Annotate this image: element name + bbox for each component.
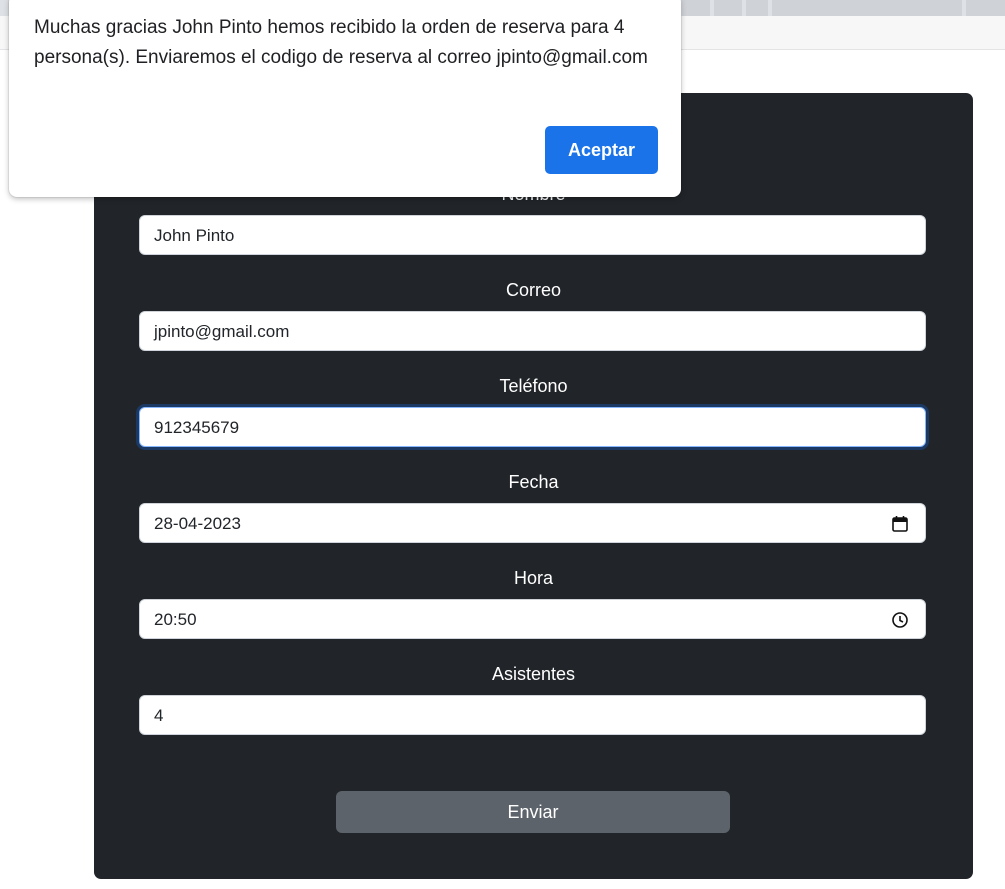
dialog-message: Muchas gracias John Pinto hemos recibido… <box>34 17 648 68</box>
tab-strip-segment <box>746 0 768 16</box>
asistentes-value: 4 <box>154 706 164 725</box>
field-label-fecha: Fecha <box>508 472 559 492</box>
nombre-input[interactable]: John Pinto <box>139 215 926 255</box>
field-label-asistentes: Asistentes <box>491 664 576 684</box>
tab-strip-segment <box>772 0 962 16</box>
tab-strip-segment <box>714 0 742 16</box>
fecha-value: 28-04-2023 <box>154 514 241 533</box>
hora-value: 20:50 <box>154 610 197 629</box>
enviar-button[interactable]: Enviar <box>336 791 730 833</box>
tab-strip-segment <box>682 0 710 16</box>
field-label-telefono: Teléfono <box>499 376 568 396</box>
correo-value: jpinto@gmail.com <box>154 322 290 341</box>
correo-input[interactable]: jpinto@gmail.com <box>139 311 926 351</box>
hora-input[interactable]: 20:50 <box>139 599 926 639</box>
clock-icon[interactable] <box>891 611 909 629</box>
field-label-hora: Hora <box>513 568 553 588</box>
calendar-icon[interactable] <box>891 515 909 533</box>
telefono-input[interactable]: 912345679 <box>139 407 926 447</box>
reservation-form: Nombre John Pinto Correo jpinto@gmail.co… <box>94 93 973 879</box>
nombre-value: John Pinto <box>154 226 235 245</box>
aceptar-button[interactable]: Aceptar <box>545 126 658 174</box>
fecha-input[interactable]: 28-04-2023 <box>139 503 926 543</box>
telefono-value: 912345679 <box>154 418 240 437</box>
alert-dialog: Muchas gracias John Pinto hemos recibido… <box>9 0 681 197</box>
field-label-correo: Correo <box>505 280 562 300</box>
asistentes-input[interactable]: 4 <box>139 695 926 735</box>
tab-strip-segment <box>966 0 1005 16</box>
